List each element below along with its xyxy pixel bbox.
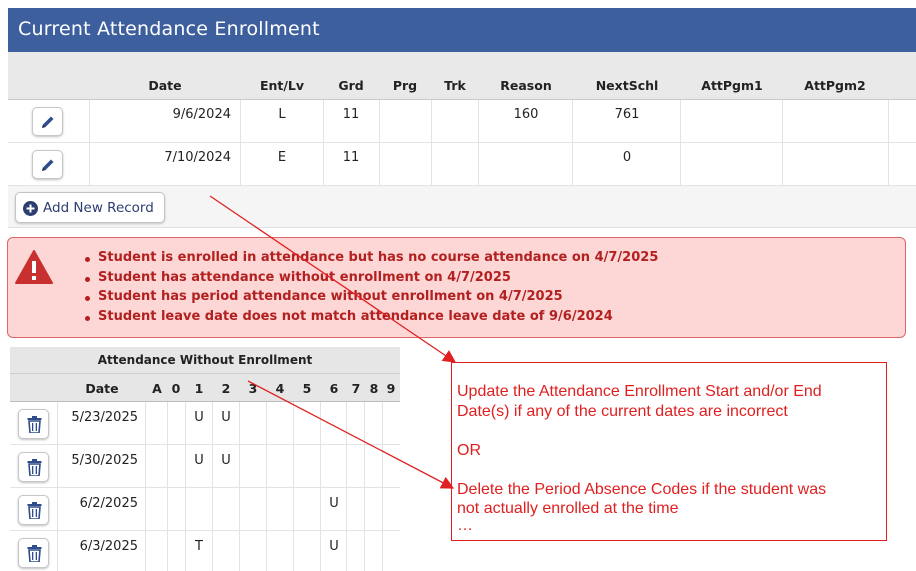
- col-grd[interactable]: Grd: [338, 78, 363, 93]
- enrollment-table-header: Date Ent/Lv Grd Prg Trk Reason NextSchl …: [8, 52, 916, 100]
- awe-col-8: 8: [369, 381, 379, 396]
- trash-icon: [27, 545, 42, 562]
- awe-col-3: 3: [248, 381, 258, 396]
- callout-line: not actually enrolled at the time: [457, 500, 679, 517]
- delete-button[interactable]: [18, 538, 49, 568]
- enrollment-reason: 160: [513, 107, 539, 122]
- awe-col-0: 0: [171, 381, 181, 396]
- awe-period-2: U: [221, 410, 231, 425]
- enrollment-nextschl: 761: [614, 107, 640, 122]
- callout-line: Update the Attendance Enrollment Start a…: [457, 383, 822, 400]
- col-date[interactable]: Date: [148, 78, 181, 93]
- callout-line: Delete the Period Absence Codes if the s…: [457, 480, 827, 498]
- callout-line: Date(s) if any of the current dates are …: [457, 402, 788, 420]
- add-new-record-label: Add New Record: [43, 200, 154, 216]
- table-row[interactable]: 5/23/2025 U U: [10, 402, 400, 445]
- awe-col-4: 4: [275, 381, 285, 396]
- plus-circle-icon: [23, 201, 38, 216]
- awe-date: 5/23/2025: [71, 410, 138, 425]
- table-row[interactable]: 7/10/2024 E 11 0: [8, 143, 916, 186]
- alert-message: Student leave date does not match attend…: [84, 309, 658, 329]
- trash-icon: [27, 502, 42, 519]
- table-row[interactable]: 6/3/2025 T U: [10, 531, 400, 571]
- awe-table-header: Date A 0 1 2 3 4 5 6 7 8 9: [10, 374, 400, 402]
- delete-button[interactable]: [18, 452, 49, 482]
- attendance-without-enrollment-table: Attendance Without Enrollment Date A 0 1…: [10, 347, 400, 571]
- enrollment-entlv: L: [278, 107, 286, 122]
- table-row[interactable]: 6/2/2025 U: [10, 488, 400, 531]
- alert-message: Student has attendance without enrollmen…: [84, 270, 658, 290]
- awe-date: 6/2/2025: [79, 496, 138, 511]
- awe-col-6: 6: [329, 381, 339, 396]
- delete-button[interactable]: [18, 409, 49, 439]
- col-prg[interactable]: Prg: [393, 78, 417, 93]
- pencil-icon: [42, 159, 54, 171]
- awe-title: Attendance Without Enrollment: [10, 347, 400, 374]
- awe-col-a: A: [152, 381, 162, 396]
- awe-col-1: 1: [194, 381, 204, 396]
- col-attpgm1[interactable]: AttPgm1: [701, 78, 762, 93]
- alert-message: Student is enrolled in attendance but ha…: [84, 250, 658, 270]
- col-attpgm2[interactable]: AttPgm2: [804, 78, 865, 93]
- enrollment-nextschl: 0: [622, 150, 632, 165]
- edit-button[interactable]: [32, 150, 63, 179]
- awe-date: 5/30/2025: [71, 453, 138, 468]
- add-new-record-button[interactable]: Add New Record: [15, 192, 165, 223]
- enrollment-entlv: E: [277, 150, 287, 165]
- awe-period-1: T: [195, 539, 203, 554]
- page-title: Current Attendance Enrollment: [8, 8, 916, 52]
- col-ent-lv[interactable]: Ent/Lv: [260, 78, 304, 93]
- warning-icon: [15, 250, 53, 284]
- enrollment-date: 7/10/2024: [164, 150, 231, 165]
- awe-period-6: U: [329, 496, 339, 511]
- error-alert: Student is enrolled in attendance but ha…: [7, 237, 906, 338]
- add-record-row: Add New Record: [8, 186, 916, 228]
- enrollment-grd: 11: [342, 107, 360, 122]
- enrollment-grd: 11: [342, 150, 360, 165]
- edit-button[interactable]: [32, 107, 63, 136]
- awe-period-1: U: [194, 410, 204, 425]
- col-nextschl[interactable]: NextSchl: [596, 78, 659, 93]
- callout-ellipsis: …: [457, 516, 473, 534]
- trash-icon: [27, 459, 42, 476]
- enrollment-table: Date Ent/Lv Grd Prg Trk Reason NextSchl …: [8, 52, 916, 186]
- alert-message: Student has period attendance without en…: [84, 289, 658, 309]
- col-trk[interactable]: Trk: [444, 78, 466, 93]
- table-row[interactable]: 9/6/2024 L 11 160 761: [8, 100, 916, 143]
- trash-icon: [27, 416, 42, 433]
- enrollment-date: 9/6/2024: [172, 107, 231, 122]
- callout-or: OR: [457, 441, 481, 459]
- table-row[interactable]: 5/30/2025 U U: [10, 445, 400, 488]
- pencil-icon: [42, 116, 54, 128]
- awe-col-7: 7: [351, 381, 361, 396]
- awe-period-1: U: [194, 453, 204, 468]
- awe-col-date: Date: [85, 381, 119, 396]
- awe-col-5: 5: [302, 381, 312, 396]
- awe-date: 6/3/2025: [79, 539, 138, 554]
- awe-col-2: 2: [221, 381, 231, 396]
- awe-period-6: U: [329, 539, 339, 554]
- instruction-callout: Update the Attendance Enrollment Start a…: [451, 362, 887, 541]
- col-reason[interactable]: Reason: [500, 78, 551, 93]
- delete-button[interactable]: [18, 495, 49, 525]
- alert-list: Student is enrolled in attendance but ha…: [84, 250, 658, 329]
- awe-period-2: U: [221, 453, 231, 468]
- awe-col-9: 9: [386, 381, 396, 396]
